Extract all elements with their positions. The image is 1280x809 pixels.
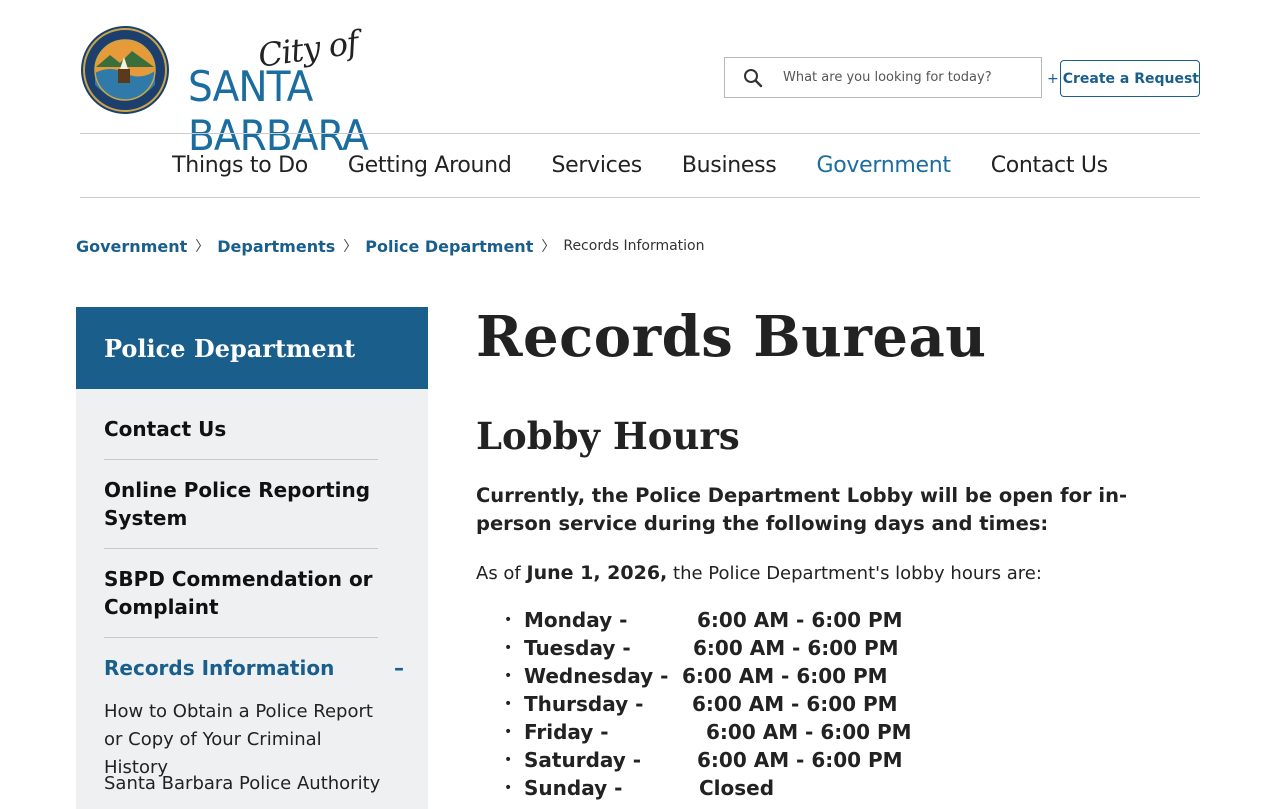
hours-time: 6:00 AM - 6:00 PM [697,748,903,772]
sidebar-title[interactable]: Police Department [76,307,428,389]
nav-item-contact-us[interactable]: Contact Us [991,153,1108,178]
sidebar-subitem-authority[interactable]: Santa Barbara Police Authority [104,770,384,798]
nav-item-business[interactable]: Business [682,153,777,178]
list-item: • Thursday - 6:00 AM - 6:00 PM [504,690,912,718]
hours-day: Friday - [524,720,609,744]
list-item: • Saturday - 6:00 AM - 6:00 PM [504,746,912,774]
sidebar-item-online-reporting[interactable]: Online Police Reporting System [104,476,378,549]
bullet: • [504,780,513,796]
hours-time: 6:00 AM - 6:00 PM [692,692,898,716]
bullet: • [504,640,513,656]
hours-time: 6:00 AM - 6:00 PM [682,664,888,688]
hours-time: 6:00 AM - 6:00 PM [693,636,899,660]
hours-day: Monday - [524,608,628,632]
city-logo[interactable]: City of SANTA BARBARA [188,23,468,160]
bullet: • [504,752,513,768]
breadcrumb-separator: 〉 [195,238,210,254]
breadcrumb-separator: 〉 [541,238,556,254]
nav-item-services[interactable]: Services [551,153,642,178]
list-item: • Wednesday - 6:00 AM - 6:00 PM [504,662,912,690]
bullet: • [504,724,513,740]
nav-item-things-to-do[interactable]: Things to Do [172,153,308,178]
hours-time: Closed [699,776,775,800]
hours-time: 6:00 AM - 6:00 PM [706,720,912,744]
hours-day: Thursday - [524,692,644,716]
sidebar-item-commendation[interactable]: SBPD Commendation or Complaint [104,565,378,638]
breadcrumb-current: Records Information [563,238,705,254]
sidebar-item-contact-us[interactable]: Contact Us [104,415,378,460]
main-nav: Things to Do Getting Around Services Bus… [80,133,1200,198]
list-item: • Tuesday - 6:00 AM - 6:00 PM [504,634,912,662]
breadcrumb-separator: 〉 [343,238,358,254]
hours-day: Sunday - [524,776,623,800]
as-of-prefix: As of [476,563,521,584]
city-seal-logo[interactable] [80,25,170,115]
plus-icon: + [1046,70,1059,87]
search-box[interactable] [724,57,1042,98]
list-item: • Monday - 6:00 AM - 6:00 PM [504,606,912,634]
breadcrumb-departments[interactable]: Departments [217,237,335,256]
breadcrumb: Government 〉 Departments 〉 Police Depart… [76,236,705,256]
create-request-label: Create a Request [1062,70,1199,87]
hours-day: Wednesday - [524,664,669,688]
lead-paragraph: Currently, the Police Department Lobby w… [476,484,1128,535]
bullet: • [504,612,513,628]
lobby-hours-list: • Monday - 6:00 AM - 6:00 PM • Tuesday - 6:0… [504,606,912,802]
sidebar-item-records-information[interactable]: Records Information – [104,654,404,682]
section-heading: Lobby Hours [476,414,740,458]
breadcrumb-police-department[interactable]: Police Department [365,237,533,256]
collapse-icon[interactable]: – [394,654,404,682]
hours-day: Tuesday - [524,636,631,660]
sidebar-nav: Contact Us Online Police Reporting Syste… [76,389,428,809]
nav-item-getting-around[interactable]: Getting Around [348,153,512,178]
sidebar-item-label: Records Information [104,656,335,680]
create-request-button[interactable]: + Create a Request [1047,60,1200,97]
hours-day: Saturday - [524,748,642,772]
as-of-suffix: the Police Department's lobby hours are: [673,563,1042,584]
hours-time: 6:00 AM - 6:00 PM [697,608,903,632]
nav-item-government[interactable]: Government [816,153,951,178]
search-input[interactable] [781,69,1035,86]
list-item: • Sunday - Closed [504,774,912,802]
search-icon[interactable] [725,68,781,88]
as-of-date: June 1, 2026, [526,562,668,584]
bullet: • [504,696,513,712]
breadcrumb-government[interactable]: Government [76,237,187,256]
page-title: Records Bureau [476,304,987,370]
list-item: • Friday - 6:00 AM - 6:00 PM [504,718,912,746]
as-of-line: As of June 1, 2026, the Police Departmen… [476,562,1042,584]
bullet: • [504,668,513,684]
